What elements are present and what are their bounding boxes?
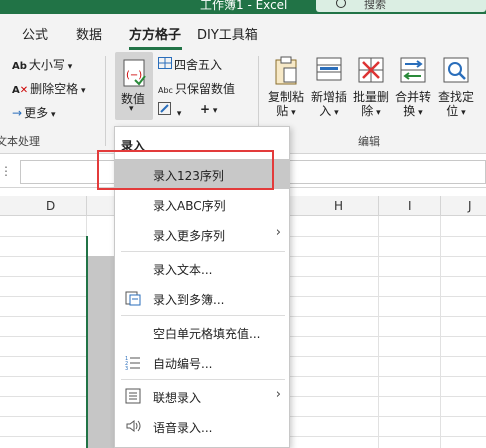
menu-separator — [121, 251, 285, 252]
plus-button[interactable]: + ▾ — [200, 102, 217, 116]
column-header-h[interactable]: H — [334, 199, 343, 213]
numbered-list-icon: 123 — [125, 356, 140, 370]
ribbon-tabs: 公式 数据 方方格子 DIY工具箱 — [0, 14, 486, 50]
menu-item-input-to-workbooks[interactable]: 录入到多簿... — [115, 283, 289, 313]
clipboard-icon — [275, 56, 297, 85]
menu-item-voice-input[interactable]: 语音录入... — [115, 411, 289, 441]
search-box[interactable]: 搜索 — [316, 0, 486, 12]
search-icon — [336, 0, 346, 8]
new-insert-button[interactable]: 新增插 入 ▾ — [308, 54, 350, 120]
menu-separator — [121, 315, 285, 316]
more-button[interactable]: → 更多 ▾ — [12, 104, 55, 121]
number-icon: (−) — [123, 59, 146, 87]
arrow-right-icon: → — [12, 106, 23, 120]
find-icon — [443, 57, 469, 83]
grid-icon — [158, 57, 172, 72]
text-processing-group-label: 文本处理 — [0, 135, 40, 148]
window-title: 工作簿1 - Excel — [200, 0, 288, 12]
menu-item-input-text[interactable]: 录入文本... — [115, 253, 289, 283]
round-button[interactable]: 四舍五入 — [158, 56, 222, 73]
delete-grid-icon — [358, 57, 384, 83]
search-placeholder: 搜索 — [364, 0, 386, 11]
merge-cells-icon — [400, 57, 426, 83]
tab-formulas[interactable]: 公式 — [22, 24, 48, 43]
format-icon — [158, 102, 172, 119]
case-button[interactable]: Ab 大小写 ▾ — [12, 56, 72, 73]
abc-icon: Abc — [158, 86, 173, 95]
ribbon-separator — [105, 56, 106, 146]
column-divider — [86, 196, 87, 216]
highlight-annotation-box — [97, 150, 274, 190]
column-header-d[interactable]: D — [46, 199, 55, 213]
speaker-icon — [126, 420, 141, 432]
copy-paste-button[interactable]: 复制粘 贴 ▾ — [266, 54, 306, 120]
column-header-i[interactable]: I — [408, 199, 412, 213]
insert-rows-icon — [316, 57, 342, 81]
batch-delete-button[interactable]: 批量删 除 ▾ — [350, 54, 392, 120]
title-bar: 工作簿1 - Excel 搜索 — [0, 0, 486, 14]
column-header-j[interactable]: J — [468, 199, 472, 213]
tab-fangfang[interactable]: 方方格子 — [129, 24, 181, 43]
find-locate-button[interactable]: 查找定 位 ▾ — [434, 54, 478, 120]
submenu-arrow-icon: › — [275, 225, 281, 240]
tab-data[interactable]: 数据 — [76, 24, 102, 43]
case-icon: Ab — [12, 61, 27, 72]
remove-spaces-icon: A✕ — [12, 85, 29, 96]
menu-separator — [121, 379, 285, 380]
name-box-edge[interactable]: ⋮ — [0, 164, 12, 178]
svg-text:3: 3 — [125, 366, 128, 370]
workbook-icon — [125, 291, 141, 306]
merge-convert-button[interactable]: 合并转 换 ▾ — [392, 54, 434, 120]
grid-line — [378, 216, 379, 448]
menu-item-input-more-series[interactable]: 录入更多序列 › — [115, 219, 289, 249]
grid-line — [440, 216, 441, 448]
menu-item-fill-blank-cells[interactable]: 空白单元格填充值... — [115, 317, 289, 347]
menu-item-input-abc-series[interactable]: 录入ABC序列 — [115, 189, 289, 219]
number-button-pressed[interactable]: (−) 数值 ▾ — [115, 52, 153, 120]
submenu-arrow-icon: › — [275, 387, 281, 402]
remove-spaces-button[interactable]: A✕ 删除空格 ▾ — [12, 80, 86, 97]
selected-range[interactable] — [86, 236, 114, 448]
edit-group-label: 编辑 — [358, 135, 380, 148]
format-button[interactable]: ▾ — [158, 102, 181, 119]
column-divider — [440, 196, 441, 216]
column-divider — [378, 196, 379, 216]
active-cell[interactable] — [88, 236, 114, 256]
list-box-icon — [125, 388, 141, 404]
menu-item-associative-input[interactable]: 联想录入 › — [115, 381, 289, 411]
menu-item-auto-numbering[interactable]: 123 自动编号... — [115, 347, 289, 377]
tab-diy-toolbox[interactable]: DIY工具箱 — [197, 24, 258, 43]
svg-text:(−): (−) — [126, 70, 142, 81]
keep-numbers-button[interactable]: Abc 只保留数值 — [158, 80, 235, 97]
